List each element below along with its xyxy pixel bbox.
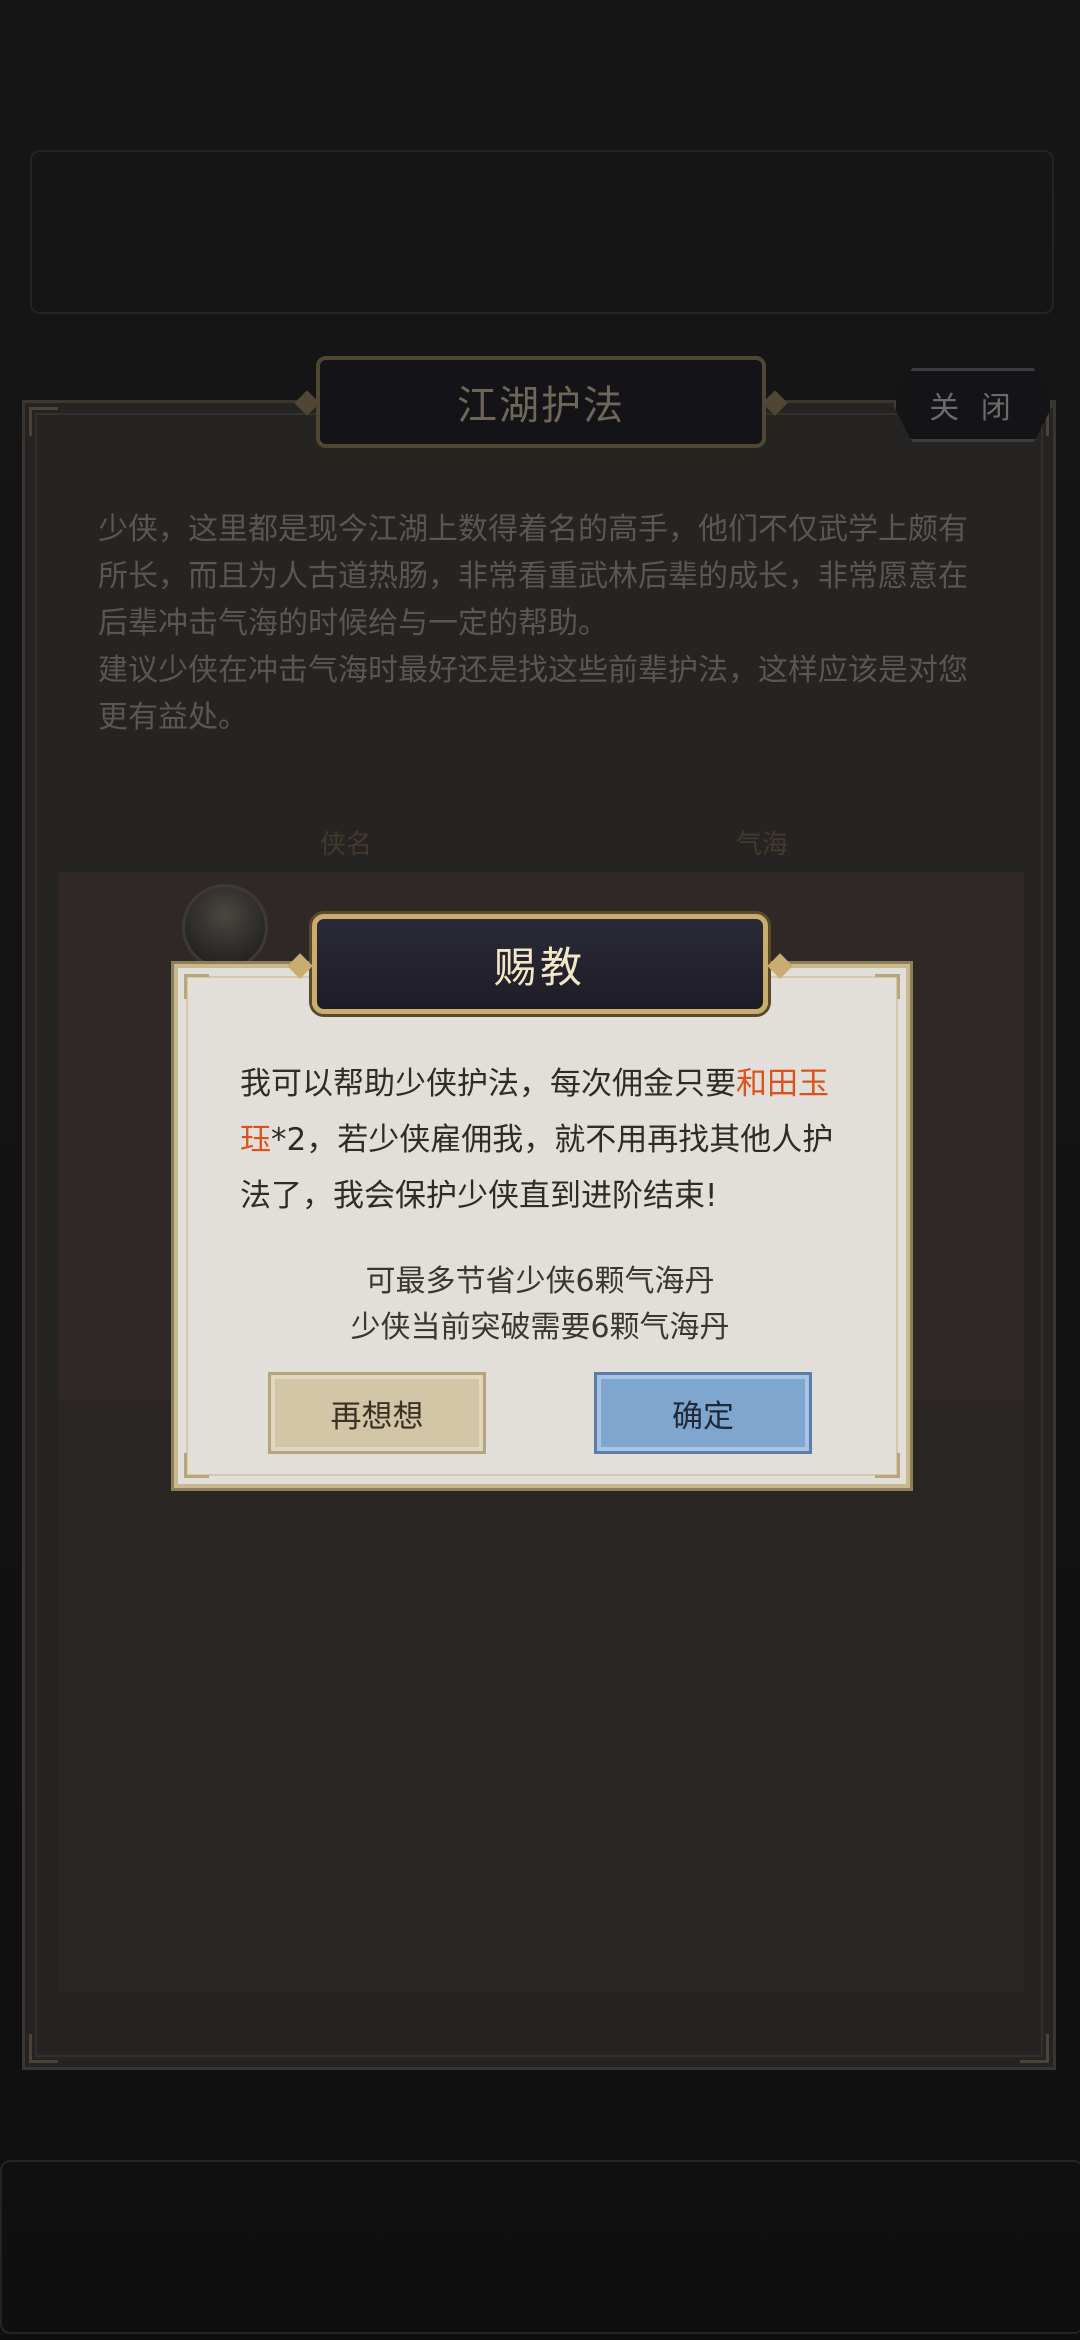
panel-title: 江湖护法 bbox=[316, 356, 766, 448]
bottom-nav-ghost bbox=[0, 2160, 1080, 2334]
dialog-corner-ornament bbox=[184, 974, 209, 999]
reconsider-button[interactable]: 再想想 bbox=[268, 1372, 486, 1454]
panel-corner bbox=[1020, 2034, 1049, 2063]
close-button[interactable]: 关 闭 bbox=[893, 368, 1053, 442]
savings-info: 可最多节省少侠6颗气海丹 bbox=[365, 1264, 715, 1299]
column-header-name: 侠名 bbox=[320, 830, 373, 860]
panel-corner bbox=[29, 407, 58, 436]
intro-paragraph-2: 建议少侠在冲击气海时最好还是找这些前辈护法，这样应该是对您更有益处。 bbox=[98, 653, 968, 735]
intro-text: 少侠，这里都是现今江湖上数得着名的高手，他们不仅武学上颇有所长，而且为人古道热肠… bbox=[98, 506, 988, 741]
panel-corner bbox=[29, 2034, 58, 2063]
confirm-button[interactable]: 确定 bbox=[594, 1372, 812, 1454]
top-header-ghost bbox=[30, 150, 1054, 314]
dialog-corner-ornament bbox=[875, 1453, 900, 1478]
dialog-message-part2: *2，若少侠雇佣我，就不用再找其他人护法了，我会保护少侠直到进阶结束! bbox=[240, 1122, 834, 1214]
dialog-message: 我可以帮助少侠护法，每次佣金只要和田玉珏*2，若少侠雇佣我，就不用再找其他人护法… bbox=[240, 1056, 850, 1224]
column-header-qihai: 气海 bbox=[736, 830, 789, 860]
dialog-title: 赐教 bbox=[312, 914, 768, 1014]
dialog-corner-ornament bbox=[875, 974, 900, 999]
requirement-info: 少侠当前突破需要6颗气海丹 bbox=[350, 1310, 730, 1345]
avatar bbox=[182, 884, 268, 970]
intro-paragraph-1: 少侠，这里都是现今江湖上数得着名的高手，他们不仅武学上颇有所长，而且为人古道热肠… bbox=[98, 512, 968, 641]
dialog-message-part1: 我可以帮助少侠护法，每次佣金只要 bbox=[240, 1066, 736, 1102]
dialog-corner-ornament bbox=[184, 1453, 209, 1478]
panel-title-line-left bbox=[26, 400, 326, 403]
